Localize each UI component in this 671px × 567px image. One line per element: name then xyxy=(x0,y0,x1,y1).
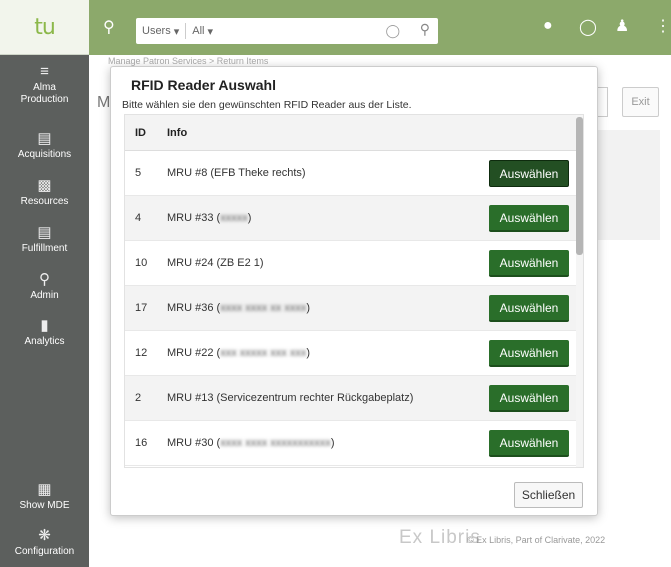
mde-icon: ▦ xyxy=(37,481,52,498)
select-reader-button[interactable]: Auswählen xyxy=(489,295,569,322)
copyright-text: © Ex Libris, Part of Clarivate, 2022 xyxy=(467,535,606,545)
background-panel xyxy=(590,130,660,240)
select-reader-button[interactable]: Auswählen xyxy=(489,205,569,232)
sidebar-item-label: Show MDE xyxy=(19,500,70,511)
acquisitions-icon: ▤ xyxy=(37,130,52,147)
select-reader-button[interactable]: Auswählen xyxy=(489,250,569,277)
scan-icon[interactable]: ◯ xyxy=(385,23,400,39)
sidebar-item-resources[interactable]: ▩ Resources xyxy=(0,178,89,208)
sidebar-item-label: Alma xyxy=(33,82,56,93)
sidebar-item-acquisitions[interactable]: ▤ Acquisitions xyxy=(0,131,89,161)
analytics-icon: ▮ xyxy=(40,317,49,334)
resources-icon: ▩ xyxy=(37,177,52,194)
search-icon[interactable]: ⚲ xyxy=(420,21,430,38)
sidebar-item-configuration[interactable]: ❋ Configuration xyxy=(0,528,89,558)
table-row: 10 MRU #24 (ZB E2 1) Auswählen xyxy=(125,241,583,286)
sidebar-item-fulfillment[interactable]: ▤ Fulfillment xyxy=(0,225,89,255)
user-icon[interactable]: ♟ xyxy=(615,16,629,36)
table-header: ID Info xyxy=(125,115,583,151)
search-filter-value: All xyxy=(192,25,205,37)
logo-text: tu xyxy=(34,14,56,40)
more-menu-icon[interactable]: ⋮ xyxy=(655,16,671,36)
select-reader-button[interactable]: Auswählen xyxy=(489,160,569,187)
search-filter-select[interactable]: All ▾ xyxy=(186,25,219,38)
sidebar-item-label: Fulfillment xyxy=(21,243,68,254)
table-row: 4 MRU #33 (xxxxx) Auswählen xyxy=(125,196,583,241)
search-scope-value: Users xyxy=(142,25,171,37)
reader-id: 4 xyxy=(135,212,142,224)
breadcrumb: Manage Patron Services > Return Items xyxy=(108,56,269,66)
column-header-id: ID xyxy=(135,126,146,139)
table-row: 16 MRU #30 (xxxx xxxx xxxxxxxxxxx) Auswä… xyxy=(125,421,583,466)
persistent-search: Users ▾ All ▾ ◯ ⚲ xyxy=(136,18,438,44)
column-header-info: Info xyxy=(167,126,188,139)
scrollbar-track[interactable] xyxy=(576,115,583,467)
dialog-title: RFID Reader Auswahl xyxy=(131,77,276,93)
close-button[interactable]: Schließen xyxy=(514,482,583,508)
sidebar-item-analytics[interactable]: ▮ Analytics xyxy=(0,318,89,348)
select-reader-button[interactable]: Auswählen xyxy=(489,385,569,412)
sidebar-item-show-mde[interactable]: ▦ Show MDE xyxy=(0,482,89,512)
top-bar: ⚲ Users ▾ All ▾ ◯ ⚲ ● ◯ ♟ ⋮ xyxy=(89,0,671,55)
rfid-reader-dialog: RFID Reader Auswahl Bitte wählen sie den… xyxy=(110,66,598,516)
fulfillment-icon: ▤ xyxy=(37,224,52,241)
chevron-down-icon: ▾ xyxy=(173,25,180,38)
sidebar-item-label: Analytics xyxy=(24,336,65,347)
patron-search-icon[interactable]: ⚲ xyxy=(103,17,115,37)
sidebar-item-alma-production[interactable]: ≡ Alma Production xyxy=(0,64,89,106)
exit-button[interactable]: Exit xyxy=(622,87,659,117)
reader-id: 10 xyxy=(135,257,148,269)
tasks-icon[interactable]: ◯ xyxy=(579,17,597,37)
sidebar-item-admin[interactable]: ⚲ Admin xyxy=(0,272,89,302)
gear-icon: ❋ xyxy=(38,527,51,544)
sidebar-item-label: Acquisitions xyxy=(17,149,72,160)
sidebar-item-label: Production xyxy=(20,94,69,105)
page-title: M xyxy=(97,94,111,111)
table-row: 5 MRU #8 (EFB Theke rechts) Auswählen xyxy=(125,151,583,196)
sidebar-item-label: Configuration xyxy=(14,546,75,557)
search-scope-select[interactable]: Users ▾ xyxy=(136,25,185,38)
sidebar: tu ≡ Alma Production ▤ Acquisitions ▩ Re… xyxy=(0,0,89,567)
reader-id: 17 xyxy=(135,302,148,314)
location-pin-icon[interactable]: ● xyxy=(543,17,553,35)
table-row: 12 MRU #22 (xxx xxxxx xxx xxx) Auswählen xyxy=(125,331,583,376)
admin-icon: ⚲ xyxy=(39,271,50,288)
table-row: 2 MRU #13 (Servicezentrum rechter Rückga… xyxy=(125,376,583,421)
sidebar-item-label: Resources xyxy=(20,196,69,207)
production-icon: ≡ xyxy=(40,63,49,80)
reader-id: 2 xyxy=(135,392,142,404)
dialog-subtitle: Bitte wählen sie den gewünschten RFID Re… xyxy=(122,99,412,111)
chevron-down-icon: ▾ xyxy=(207,25,214,38)
table-row: 17 MRU #36 (xxxx xxxx xx xxxx) Auswählen xyxy=(125,286,583,331)
reader-id: 16 xyxy=(135,437,148,449)
reader-table[interactable]: ID Info 5 MRU #8 (EFB Theke rechts) Ausw… xyxy=(124,114,584,468)
reader-id: 5 xyxy=(135,167,142,179)
scrollbar-thumb[interactable] xyxy=(576,117,583,255)
select-reader-button[interactable]: Auswählen xyxy=(489,340,569,367)
reader-id: 12 xyxy=(135,347,148,359)
sidebar-item-label: Admin xyxy=(30,290,59,301)
select-reader-button[interactable]: Auswählen xyxy=(489,430,569,457)
institution-logo[interactable]: tu xyxy=(0,0,89,55)
